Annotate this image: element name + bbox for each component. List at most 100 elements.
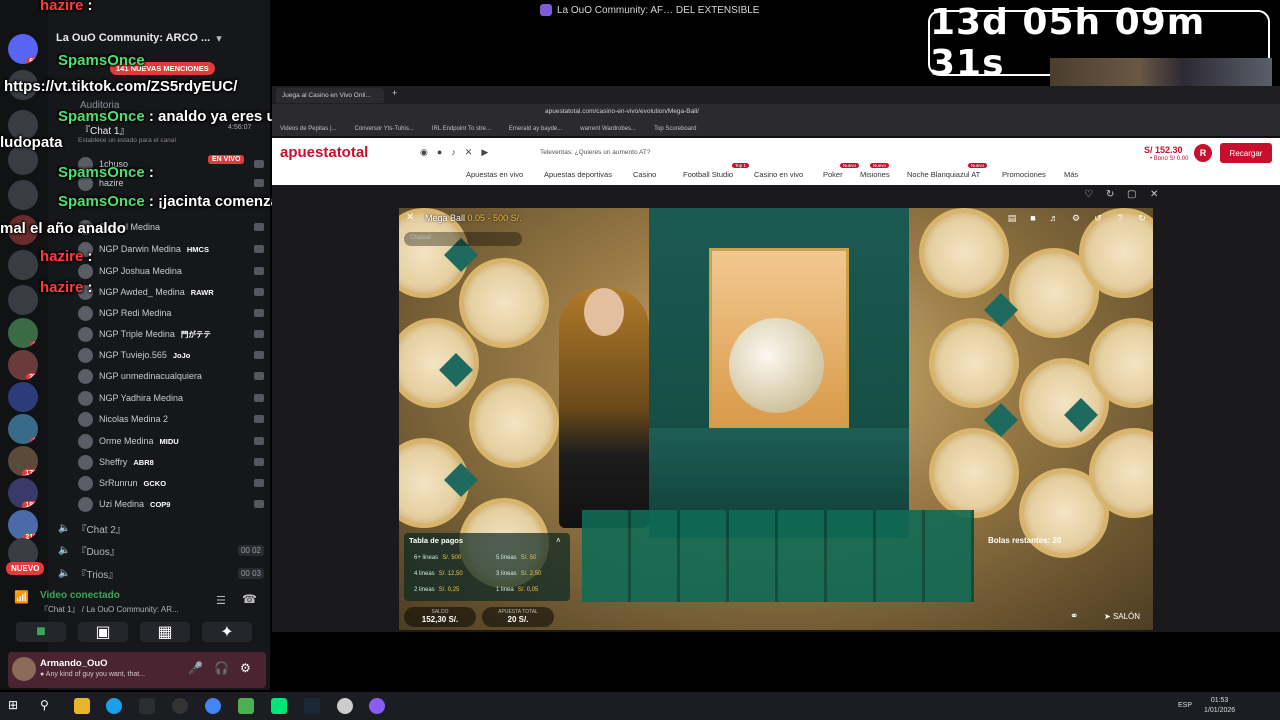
salon-button[interactable]: ➤ SALÓN (1104, 612, 1140, 621)
nav-noche-blanquiazul[interactable]: Noche Blanquiazul AT (907, 170, 980, 179)
voice-member[interactable]: NGP Joshua Medina (78, 262, 264, 280)
bookmark[interactable]: Emerald ay bayde... (509, 126, 562, 132)
voice-member[interactable]: SrRunrun GCKO (78, 474, 264, 492)
soundwave-icon[interactable]: ☰ (216, 594, 226, 607)
voice-member[interactable]: Uzi Medina COP9 (78, 495, 264, 513)
app-icon[interactable] (139, 698, 155, 714)
server-icon[interactable] (8, 180, 38, 210)
refresh-icon[interactable]: ↻ (1106, 189, 1114, 200)
app-icon[interactable] (337, 698, 353, 714)
site-logo[interactable]: apuestatotal (280, 144, 368, 161)
server-icon[interactable]: 215 (8, 510, 38, 540)
bookmark[interactable]: IRL Endpoint To stre... (432, 126, 491, 132)
chrome-icon[interactable] (205, 698, 221, 714)
chat-input[interactable]: Chatear (404, 232, 522, 246)
obs-icon[interactable] (172, 698, 188, 714)
promo-text[interactable]: Televentas: ¿Quieres un aumento AT? (540, 149, 650, 156)
server-icon[interactable] (8, 250, 38, 280)
chevron-up-icon[interactable]: ˄ (556, 536, 561, 545)
server-icon[interactable]: 179 (8, 446, 38, 476)
bingo-cards[interactable] (582, 510, 974, 602)
screen-share-button[interactable]: ▣ (78, 622, 128, 642)
close-game-icon[interactable]: ✕ (406, 212, 414, 223)
activities-button[interactable]: ▦ (140, 622, 190, 642)
fullscreen-icon[interactable]: ▢ (1127, 189, 1136, 200)
voice-member[interactable]: NGP Darwin Medina HMCS (78, 240, 264, 258)
voice-member[interactable]: NGP Redi Medina (78, 304, 264, 322)
voice-member[interactable]: Orme Medina MIDU (78, 432, 264, 450)
channel-duos[interactable]: 🔈 『Duos』 00 02 (58, 541, 264, 559)
nav-poker[interactable]: Poker (823, 170, 843, 179)
gear-icon[interactable]: ⚙ (240, 661, 251, 675)
edge-icon[interactable] (106, 698, 122, 714)
settings-icon[interactable]: ⚙ (1069, 213, 1083, 225)
bookmark[interactable]: Conversor Yts-Tuhis... (354, 126, 413, 132)
close-icon[interactable]: ✕ (1150, 189, 1158, 200)
microphone-icon[interactable]: 🎤 (188, 661, 203, 675)
favorite-icon[interactable]: ♡ (1084, 189, 1093, 200)
url-text[interactable]: apuestatotal.com/casino-en-vivo/evolutio… (545, 108, 699, 115)
nav-promociones[interactable]: Promociones (1002, 170, 1046, 179)
server-icon[interactable] (8, 382, 38, 412)
server-icon[interactable]: 27 (8, 350, 38, 380)
browser-tab[interactable]: Juega al Casino en Vivo Onli... (276, 88, 384, 103)
channel-chat-2[interactable]: 🔈 『Chat 2』 (58, 519, 264, 537)
soundboard-button[interactable]: ✦ (202, 622, 252, 642)
refresh-game-icon[interactable]: ↻ (1135, 213, 1149, 225)
bookmark[interactable]: Videos de Pepitas |... (280, 126, 336, 132)
avatar[interactable] (12, 657, 36, 681)
instagram-icon[interactable]: ◉ (420, 147, 428, 158)
avatar[interactable]: R (1194, 144, 1212, 162)
language-indicator[interactable]: ESP (1178, 702, 1192, 709)
camera-button[interactable]: ■ (16, 622, 66, 642)
nav-casino-en-vivo[interactable]: Casino en vivo (754, 170, 803, 179)
voice-member[interactable]: NGP Awded_ Medina RAWR (78, 283, 264, 301)
recargar-button[interactable]: Recargar (1220, 143, 1272, 163)
youtube-icon[interactable]: ▶ (481, 147, 488, 158)
voice-channel-link[interactable]: 『Chat 1』 / La OuO Community: AR... (40, 604, 179, 615)
help-icon[interactable]: ? (1113, 213, 1127, 225)
server-icon[interactable]: 180 (8, 478, 38, 508)
video-icon[interactable]: ■ (1026, 213, 1040, 225)
server-header[interactable]: La OuO Community: ARCO ... ▾ (56, 28, 266, 48)
new-tab-icon[interactable]: + (392, 88, 397, 98)
search-icon[interactable]: ⚲ (40, 698, 56, 714)
clock[interactable]: 01:53 1/01/2026 (1204, 696, 1235, 716)
x-icon[interactable]: ✕ (465, 147, 473, 158)
tiktok-icon[interactable]: ♪ (451, 147, 456, 158)
file-explorer-icon[interactable] (74, 698, 90, 714)
voice-member[interactable]: NGP Triple Medina 門がテテ (78, 325, 264, 343)
status-prompt[interactable]: Establece un estado para el canal (78, 137, 176, 144)
channel-trios[interactable]: 🔈 『Trios』 00 03 (58, 564, 264, 582)
app-icon[interactable] (369, 698, 385, 714)
steam-icon[interactable] (304, 698, 320, 714)
history-icon[interactable]: ↺ (1091, 213, 1105, 225)
nav-apuestas-en-vivo[interactable]: Apuestas en vivo (466, 170, 523, 179)
nav-casino[interactable]: Casino (633, 170, 656, 179)
balance[interactable]: S/ 152.30 (1144, 145, 1183, 155)
voice-member[interactable]: NGP Tuviejo.565 JoJo (78, 346, 264, 364)
layout-icon[interactable]: ▤ (1005, 213, 1019, 225)
app-icon[interactable] (238, 698, 254, 714)
nav-misiones[interactable]: Misiones (860, 170, 890, 179)
headphones-icon[interactable]: 🎧 (214, 661, 229, 675)
kick-icon[interactable] (271, 698, 287, 714)
nav-apuestas-deportivas[interactable]: Apuestas deportivas (544, 170, 612, 179)
volume-icon[interactable]: ♬ (1047, 213, 1061, 225)
voice-member[interactable]: NGP Yadhira Medina (78, 389, 264, 407)
server-icon[interactable] (8, 285, 38, 315)
bookmark[interactable]: warrent Wardrobes... (580, 126, 636, 132)
address-bar[interactable] (272, 104, 1280, 122)
voice-member[interactable]: Nicolas Medina 2 (78, 410, 264, 428)
chat-toggle-icon[interactable]: ⚭ (1070, 611, 1078, 622)
server-icon[interactable]: 9 (8, 414, 38, 444)
voice-member[interactable]: NGP unmedinacualquiera (78, 367, 264, 385)
server-icon[interactable]: 2 (8, 318, 38, 348)
nav-football-studio[interactable]: Football Studio (683, 170, 733, 179)
user-panel[interactable]: Armando_OuO ● Any kind of guy you want, … (8, 652, 266, 688)
bookmark[interactable]: Top Scoreboard (654, 126, 696, 132)
server-icon[interactable]: 61 (8, 34, 38, 64)
disconnect-icon[interactable]: ☎ (242, 592, 257, 606)
voice-member[interactable]: Sheffry ABR8 (78, 453, 264, 471)
windows-start-icon[interactable]: ⊞ (8, 698, 24, 714)
